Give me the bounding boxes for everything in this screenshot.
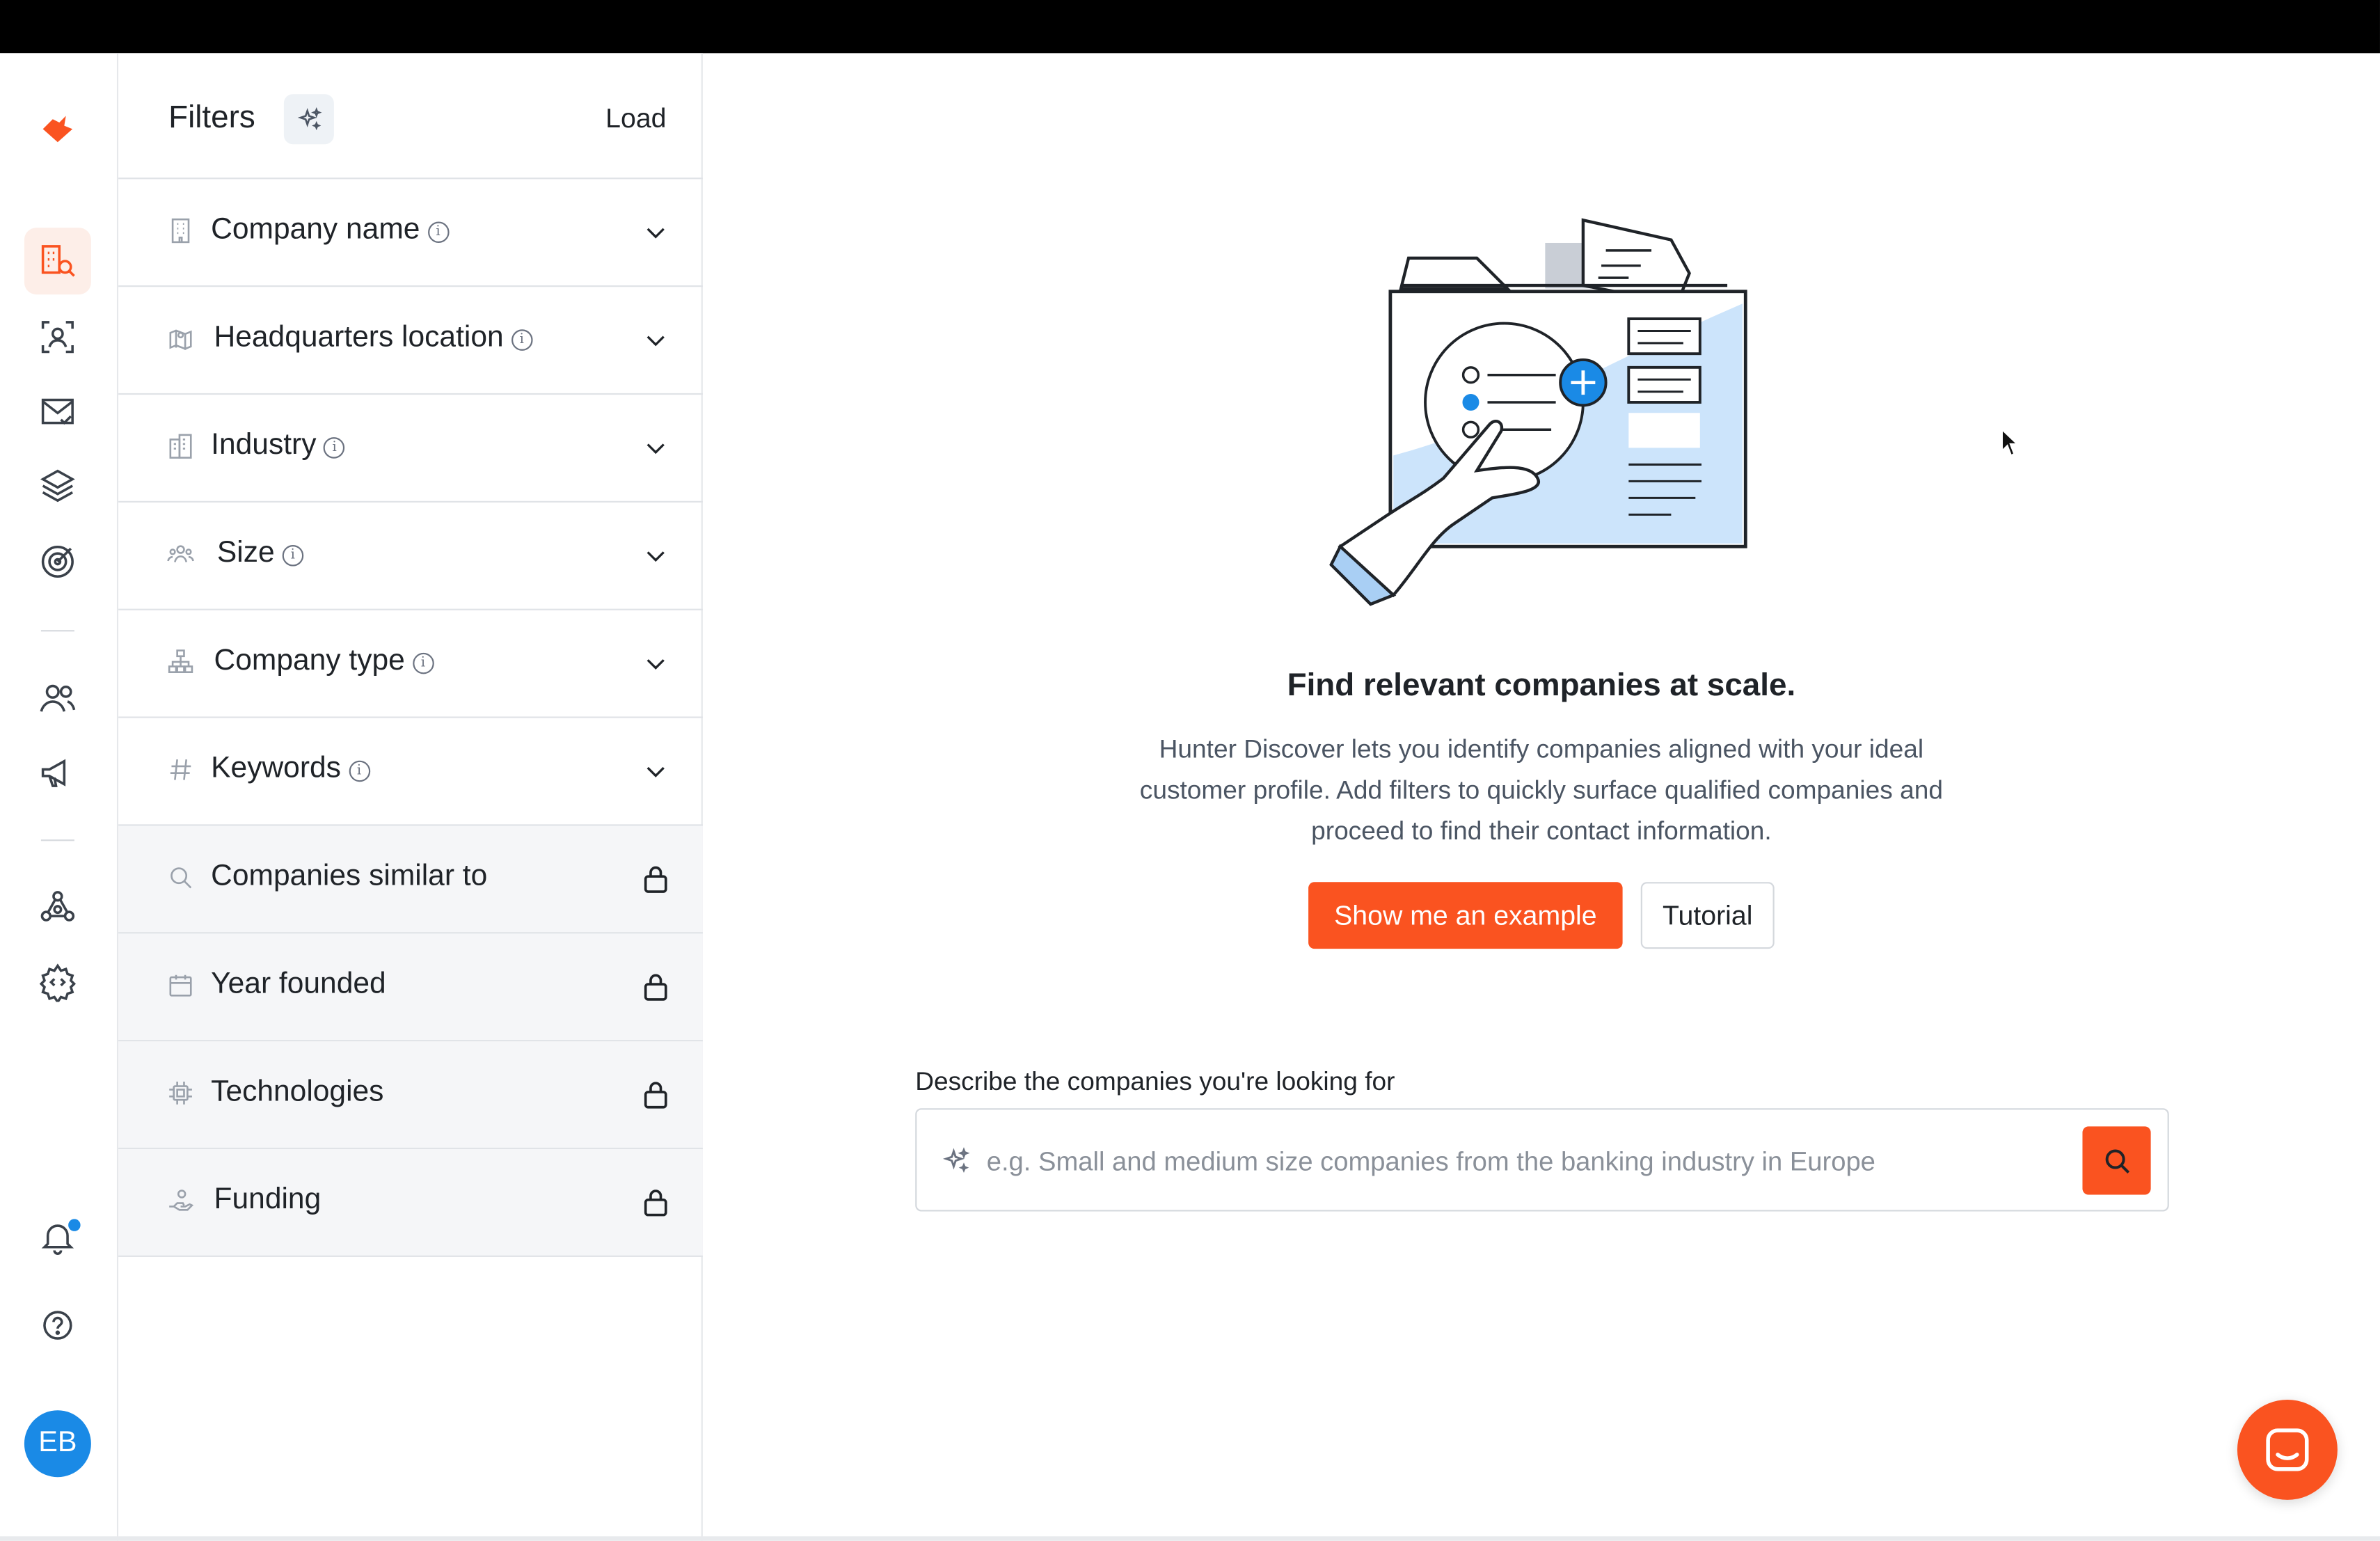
rail-item-layers[interactable] <box>24 452 91 519</box>
chat-bubble-icon <box>2266 1428 2309 1471</box>
chevron-down-icon <box>646 766 665 777</box>
rail-item-target[interactable] <box>24 528 91 595</box>
discover-illustration <box>1329 218 1747 606</box>
show-example-button[interactable]: Show me an example <box>1308 882 1623 949</box>
tutorial-button[interactable]: Tutorial <box>1640 882 1775 949</box>
filter-label-text: Headquarters location <box>214 320 504 354</box>
filter-label: Year founded <box>211 967 386 1002</box>
chip-icon <box>169 1082 192 1105</box>
filter-year-founded[interactable]: Year founded <box>118 933 703 1042</box>
filters-title: Filters <box>168 100 255 136</box>
filter-label: Size i <box>216 535 304 571</box>
filter-industry[interactable]: Industry i <box>118 395 703 503</box>
filter-label-text: Technologies <box>211 1075 384 1109</box>
filter-label-text: Company name <box>211 212 420 246</box>
map-icon <box>169 329 192 350</box>
query-input[interactable] <box>986 1137 2065 1186</box>
filter-label-text: Year founded <box>211 967 386 1001</box>
lock-icon <box>644 1082 667 1109</box>
load-button[interactable]: Load <box>605 103 666 135</box>
sparkles-icon <box>296 106 322 129</box>
info-icon[interactable]: i <box>412 652 434 674</box>
question-circle-icon[interactable] <box>24 1292 91 1359</box>
lock-icon <box>644 866 667 893</box>
rail-item-megaphone[interactable] <box>24 739 91 806</box>
chevron-down-icon <box>646 443 665 455</box>
filter-companies-similar-to[interactable]: Companies similar to <box>118 825 703 934</box>
rail-item-discover[interactable] <box>24 228 91 295</box>
info-icon[interactable]: i <box>324 437 345 459</box>
filter-label-text: Industry <box>211 428 317 462</box>
filter-label-text: Company type <box>214 643 405 677</box>
bottom-edge <box>0 1536 2380 1541</box>
rail-divider <box>40 839 74 841</box>
rail-item-mail-check[interactable] <box>24 378 91 445</box>
notification-dot <box>66 1217 82 1233</box>
chevron-down-icon <box>646 335 665 347</box>
filter-label-text: Keywords <box>211 751 341 785</box>
info-icon[interactable]: i <box>427 221 449 243</box>
ai-filters-button[interactable] <box>283 94 334 145</box>
buildings-icon <box>169 434 192 459</box>
lock-icon <box>644 974 667 1001</box>
filter-label-text: Funding <box>214 1183 322 1217</box>
search-icon <box>170 867 192 889</box>
info-icon[interactable]: i <box>282 545 304 567</box>
filter-label: Keywords i <box>211 752 370 787</box>
lock-icon <box>644 1190 667 1217</box>
rail-item-network[interactable] <box>24 874 91 941</box>
filter-label-text: Size <box>216 535 275 569</box>
filters-header: Filters Load <box>118 53 703 180</box>
filter-label: Companies similar to <box>211 860 487 894</box>
rail-item-person-frame[interactable] <box>24 303 91 370</box>
calendar-icon <box>169 974 192 997</box>
rail-item-users[interactable] <box>24 665 91 732</box>
search-icon <box>2104 1148 2129 1173</box>
search-button[interactable] <box>2082 1126 2151 1195</box>
bell-icon[interactable] <box>24 1204 91 1271</box>
hand-coin-icon <box>169 1190 194 1211</box>
page-description: Hunter Discover lets you identify compan… <box>1139 734 1943 846</box>
filters-panel: Filters Load Company name i Headquarters l… <box>118 53 703 1541</box>
sparkles-icon <box>942 1147 970 1173</box>
filter-size[interactable]: Size i <box>118 503 703 610</box>
filter-keywords[interactable]: Keywords i <box>118 718 703 826</box>
page-headline: Find relevant companies at scale. <box>1287 667 1796 703</box>
system-top-bar <box>0 0 2380 54</box>
filter-company-name[interactable]: Company name i <box>118 179 703 287</box>
info-icon[interactable]: i <box>348 760 370 782</box>
query-box <box>915 1108 2169 1212</box>
filter-technologies[interactable]: Technologies <box>118 1041 703 1150</box>
mouse-cursor-icon <box>2001 428 2020 457</box>
icon-rail: EB <box>0 53 119 1541</box>
rail-divider <box>40 630 74 632</box>
filter-label-text: Companies similar to <box>211 859 488 893</box>
filter-label: Technologies <box>211 1075 383 1109</box>
info-icon[interactable]: i <box>511 329 533 351</box>
filter-label: Company name i <box>211 212 449 247</box>
filter-label: Company type i <box>214 644 434 679</box>
filter-headquarters-location[interactable]: Headquarters location i <box>118 287 703 395</box>
filter-company-type[interactable]: Company type i <box>118 610 703 718</box>
chevron-down-icon <box>646 228 665 239</box>
avatar[interactable]: EB <box>24 1410 91 1478</box>
org-chart-icon <box>168 649 193 673</box>
filter-label: Funding <box>214 1183 322 1217</box>
chevron-down-icon <box>646 659 665 670</box>
chevron-down-icon <box>646 551 665 562</box>
filter-label: Headquarters location i <box>214 320 533 355</box>
query-label: Describe the companies you're looking fo… <box>915 1067 1395 1096</box>
filter-label: Industry i <box>211 428 345 463</box>
chat-launcher-button[interactable] <box>2237 1399 2338 1500</box>
rail-item-gear-code[interactable] <box>24 949 91 1016</box>
filter-funding[interactable]: Funding <box>118 1149 703 1257</box>
people-icon <box>167 545 194 562</box>
main-content: Find relevant companies at scale. Hunter… <box>703 53 2380 1540</box>
building-icon <box>171 218 190 244</box>
hunter-logo-icon[interactable] <box>24 95 91 162</box>
hash-icon <box>170 759 191 780</box>
